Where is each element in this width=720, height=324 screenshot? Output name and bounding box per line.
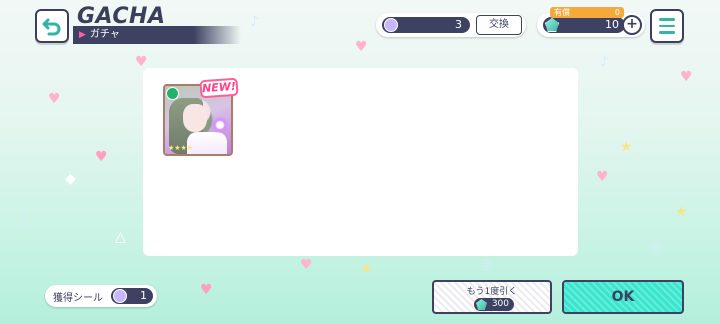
- draw-again-label: もう1度引く: [466, 287, 518, 297]
- page-subtitle: ガチャ: [89, 29, 120, 40]
- page-header: GACHA ▶ ガチャ: [73, 4, 241, 44]
- gacha-stone-icon: [384, 18, 398, 32]
- add-gems-button[interactable]: +: [622, 15, 642, 35]
- ok-button[interactable]: OK: [562, 280, 684, 314]
- earned-sticker-counter: 獲得シール 1: [45, 285, 157, 307]
- diamond-icon: ◆: [65, 171, 76, 187]
- triangle-icon: △: [115, 229, 126, 245]
- plus-icon: +: [626, 16, 638, 32]
- heart-icon: ♥: [48, 91, 61, 107]
- triangle-arrow-icon: ▶: [79, 30, 86, 40]
- gem-count: 10: [605, 18, 619, 31]
- star-icon: ★: [620, 139, 633, 155]
- gem-icon: [545, 18, 559, 32]
- star-icon: ★: [675, 204, 688, 220]
- heart-icon: ♥: [355, 39, 368, 55]
- earned-sticker-count: 1: [140, 289, 147, 302]
- back-arrow-icon: [42, 18, 61, 36]
- heart-icon: ♥: [135, 54, 148, 70]
- note-icon: ♪: [20, 214, 29, 230]
- earned-sticker-label: 獲得シール: [53, 293, 103, 304]
- sticker-icon: [113, 289, 127, 303]
- note-icon: ♪: [250, 14, 259, 30]
- stone-counter: 3 交換: [376, 13, 526, 37]
- back-button[interactable]: [35, 9, 69, 43]
- stone-count: 3: [455, 18, 462, 31]
- paid-gem-label: 有償: [554, 8, 570, 17]
- draw-again-button[interactable]: もう1度引く 300: [432, 280, 552, 314]
- draw-again-cost: 300: [491, 299, 509, 309]
- rarity-stars-icon: ★★★★: [168, 144, 194, 152]
- attribute-pure-icon: [166, 87, 179, 100]
- star-icon: ★: [360, 261, 373, 277]
- stone-counter-value-box: 3: [382, 17, 470, 33]
- gem-counter-value-box: 10: [543, 17, 625, 33]
- draw-again-cost-box: 300: [474, 298, 514, 311]
- heart-icon: ♥: [95, 149, 108, 165]
- new-badge: NEW!: [199, 77, 239, 99]
- paid-gem-count: 0: [614, 8, 620, 17]
- paid-gem-tag: 有償 0: [550, 7, 624, 18]
- hamburger-menu-icon: [659, 18, 675, 21]
- page-subtitle-bar: ▶ ガチャ: [73, 26, 241, 44]
- gem-icon: [476, 299, 487, 310]
- headphones-icon: ◎: [480, 257, 493, 273]
- earned-sticker-value-box: 1: [111, 288, 153, 304]
- headphones-icon: ◎: [650, 239, 663, 255]
- heart-icon: ♥: [596, 169, 609, 185]
- heart-icon: ♥: [200, 282, 213, 298]
- heart-icon: ♥: [300, 257, 313, 273]
- exchange-button[interactable]: 交換: [476, 15, 522, 35]
- menu-button[interactable]: [650, 9, 684, 43]
- note-icon: ♪: [600, 54, 609, 70]
- heart-icon: ♥: [680, 69, 693, 85]
